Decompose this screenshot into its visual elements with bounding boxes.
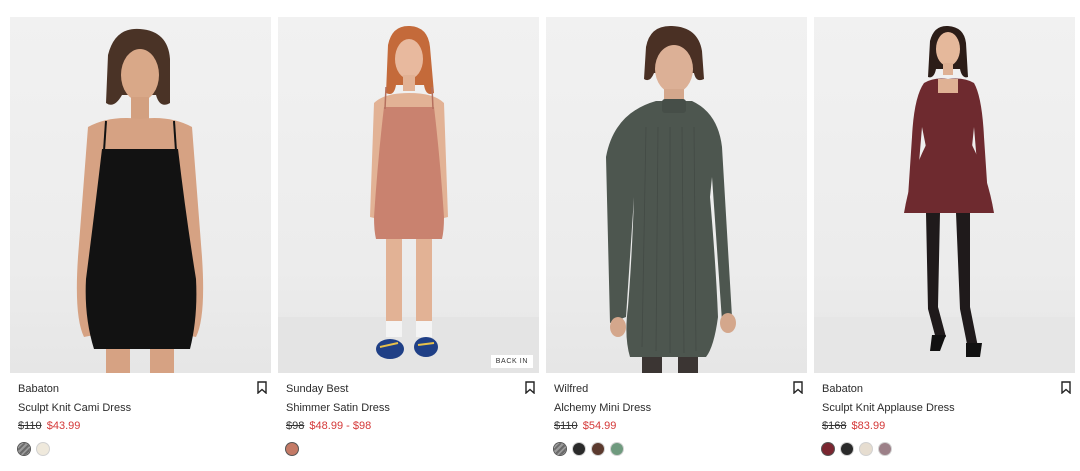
product-card[interactable]: Babaton Sculpt Knit Cami Dress $110 $43.… (10, 17, 271, 455)
model-rose-satin-dress-icon (278, 25, 539, 373)
color-swatches (554, 443, 623, 455)
color-swatches (18, 443, 49, 455)
product-card[interactable]: BACK IN Sunday Best Shimmer Satin Dress … (278, 17, 539, 455)
color-swatch[interactable] (841, 443, 853, 455)
bookmark-icon[interactable] (257, 381, 267, 394)
bookmark-icon[interactable] (525, 381, 535, 394)
color-swatch[interactable] (18, 443, 30, 455)
color-swatch[interactable] (554, 443, 566, 455)
product-name[interactable]: Shimmer Satin Dress (286, 402, 390, 414)
color-swatch[interactable] (822, 443, 834, 455)
color-swatches (822, 443, 891, 455)
original-price: $98 (286, 420, 305, 432)
product-brand[interactable]: Babaton (18, 383, 59, 395)
product-card[interactable]: Babaton Sculpt Knit Applause Dress $168 … (814, 17, 1075, 455)
color-swatch[interactable] (37, 443, 49, 455)
status-badge: BACK IN (490, 355, 533, 368)
bookmark-icon[interactable] (1061, 381, 1071, 394)
product-price: $110 $54.99 (554, 420, 616, 432)
color-swatch[interactable] (592, 443, 604, 455)
sale-price: $54.99 (582, 420, 617, 432)
color-swatches (286, 443, 298, 455)
sale-price: $48.99 - $98 (309, 420, 372, 432)
original-price: $110 (554, 420, 578, 432)
model-black-cami-dress-icon (76, 28, 204, 373)
product-name[interactable]: Sculpt Knit Cami Dress (18, 402, 131, 414)
color-swatch[interactable] (286, 443, 298, 455)
product-brand[interactable]: Wilfred (554, 383, 588, 395)
product-brand[interactable]: Babaton (822, 383, 863, 395)
color-swatch[interactable] (860, 443, 872, 455)
product-image[interactable]: BACK IN (278, 17, 539, 373)
product-price: $98 $48.99 - $98 (286, 420, 371, 432)
product-grid: Babaton Sculpt Knit Cami Dress $110 $43.… (10, 17, 1075, 455)
product-price: $168 $83.99 (822, 420, 885, 432)
product-brand[interactable]: Sunday Best (286, 383, 348, 395)
bookmark-icon[interactable] (793, 381, 803, 394)
sale-price: $83.99 (851, 420, 886, 432)
color-swatch[interactable] (573, 443, 585, 455)
product-name[interactable]: Sculpt Knit Applause Dress (822, 402, 955, 414)
product-name[interactable]: Alchemy Mini Dress (554, 402, 651, 414)
product-image[interactable] (10, 17, 271, 373)
original-price: $168 (822, 420, 847, 432)
model-green-knit-dress-icon (606, 25, 736, 373)
color-swatch[interactable] (879, 443, 891, 455)
product-image[interactable] (814, 17, 1075, 373)
sale-price: $43.99 (46, 420, 81, 432)
product-price: $110 $43.99 (18, 420, 80, 432)
product-image[interactable] (546, 17, 807, 373)
product-card[interactable]: Wilfred Alchemy Mini Dress $110 $54.99 (546, 17, 807, 455)
model-burgundy-flare-dress-icon (814, 25, 1075, 373)
original-price: $110 (18, 420, 42, 432)
color-swatch[interactable] (611, 443, 623, 455)
